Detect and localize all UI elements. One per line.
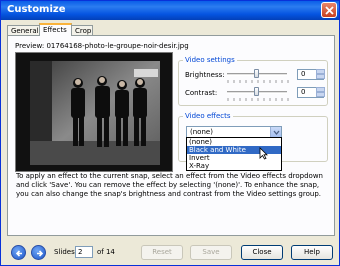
next-slide-button[interactable] [31, 245, 46, 260]
help-text: To apply an effect to the current snap, … [16, 172, 323, 198]
video-settings-legend: Video settings [183, 56, 237, 64]
effect-option-none[interactable]: (none) [187, 138, 281, 146]
effects-panel: Preview: 01764168-photo-le-groupe-noir-d… [7, 35, 335, 236]
preview-image [15, 52, 173, 172]
bottom-bar: Slides 2 of 14 Reset Save Close Help [1, 241, 339, 265]
previous-slide-button[interactable] [11, 245, 26, 260]
slide-number-input[interactable]: 2 [75, 246, 93, 258]
video-settings-group: Video settings Brightness: 0 Contrast: 0 [178, 56, 328, 106]
video-effects-group: Video effects (none) (none) Black and Wh… [178, 112, 328, 171]
preview-filename: 01764168-photo-le-groupe-noir-desir.jpg [46, 42, 189, 50]
brightness-spinner[interactable] [316, 69, 325, 80]
arrow-left-icon [15, 250, 22, 257]
effect-option-x-ray[interactable]: X-Ray [187, 162, 281, 170]
contrast-slider-thumb[interactable] [254, 87, 259, 96]
close-button[interactable]: Close [241, 245, 283, 260]
reset-button[interactable]: Reset [141, 245, 183, 260]
brightness-slider-thumb[interactable] [254, 69, 259, 78]
mouse-cursor-icon [259, 147, 268, 160]
brightness-label: Brightness: [185, 71, 225, 79]
brightness-ticks [227, 80, 289, 83]
arrow-right-icon [37, 250, 44, 257]
video-effects-selected: (none) [190, 128, 213, 136]
spin-down-icon[interactable] [316, 92, 325, 97]
spin-down-icon[interactable] [316, 74, 325, 79]
contrast-spinner[interactable] [316, 87, 325, 98]
close-icon [325, 6, 334, 15]
preview-label: Preview: [15, 42, 45, 50]
save-button[interactable]: Save [190, 245, 232, 260]
dropdown-arrow-button[interactable] [270, 127, 281, 137]
window-title: Customize [7, 4, 66, 15]
title-bar[interactable]: Customize [1, 1, 339, 20]
tab-effects[interactable]: Effects [39, 23, 72, 36]
contrast-ticks [227, 98, 289, 101]
band-photo [16, 53, 172, 171]
chevron-down-icon [273, 130, 280, 136]
close-window-button[interactable] [321, 2, 337, 18]
slide-total-text: of 14 [97, 248, 115, 256]
help-button[interactable]: Help [291, 245, 333, 260]
customize-dialog: Customize General Effects Crop Preview: … [0, 0, 340, 266]
preview-caption: Preview: 01764168-photo-le-groupe-noir-d… [15, 42, 189, 50]
slides-label: Slides [54, 248, 75, 256]
video-effects-legend: Video effects [183, 112, 233, 120]
contrast-label: Contrast: [185, 89, 218, 97]
